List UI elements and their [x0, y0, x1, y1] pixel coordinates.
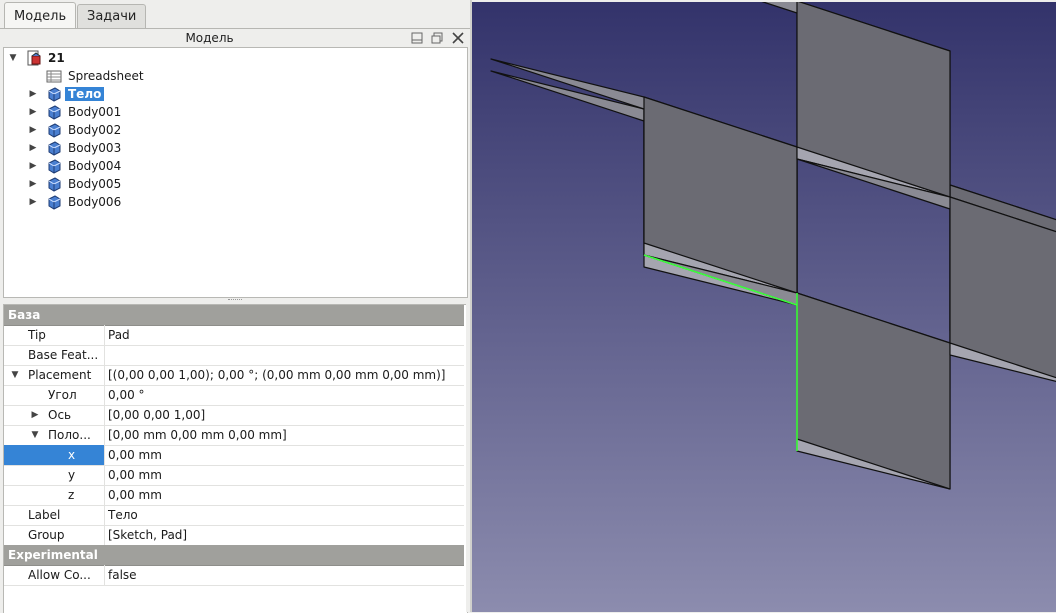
- 3d-view[interactable]: [472, 2, 1056, 612]
- property-row[interactable]: Ось ▶ [0,00 0,00 1,00]: [4, 405, 464, 426]
- tree-item[interactable]: ▶ Body001: [4, 103, 467, 121]
- tree-item[interactable]: ▶ Body003: [4, 139, 467, 157]
- property-name: y: [4, 465, 105, 485]
- tree-item[interactable]: ▶ Body004: [4, 157, 467, 175]
- property-row[interactable]: Угол 0,00 °: [4, 385, 464, 406]
- property-row[interactable]: Placement ▼ [(0,00 0,00 1,00); 0,00 °; (0,…: [4, 365, 464, 386]
- property-value[interactable]: 0,00 mm: [108, 465, 162, 485]
- expand-right-icon[interactable]: ▶: [30, 410, 40, 420]
- tree-item-label: Body006: [68, 195, 122, 209]
- property-name: Поло...: [4, 425, 105, 445]
- expand-right-icon[interactable]: ▶: [28, 178, 38, 190]
- tab-tasks[interactable]: Задачи: [77, 4, 147, 29]
- expand-right-icon[interactable]: ▶: [28, 196, 38, 208]
- tree-item[interactable]: ▶ Body002: [4, 121, 467, 139]
- property-editor[interactable]: База Tip Pad Base Feat... Placement ▼ [(0,00 0…: [3, 304, 468, 613]
- spreadsheet-icon: [46, 68, 62, 84]
- property-name: Tip: [4, 325, 105, 345]
- property-name: z: [4, 485, 105, 505]
- body-icon: [46, 140, 62, 156]
- tree-item-label: Body004: [68, 159, 122, 173]
- property-value[interactable]: [0,00 0,00 1,00]: [108, 405, 205, 425]
- expand-down-icon[interactable]: ▼: [8, 52, 18, 64]
- tree-panel-header: Модель: [2, 29, 468, 47]
- property-row[interactable]: Label Тело: [4, 505, 464, 526]
- property-group-label: База: [8, 308, 41, 322]
- panel-splitter[interactable]: [0, 297, 470, 303]
- property-name: Угол: [4, 385, 105, 405]
- property-value[interactable]: [0,00 mm 0,00 mm 0,00 mm]: [108, 425, 287, 445]
- property-row[interactable]: Allow Co... false: [4, 565, 464, 586]
- float-icon[interactable]: [430, 31, 444, 45]
- property-group-label: Experimental: [8, 548, 98, 562]
- property-value[interactable]: false: [108, 565, 137, 585]
- body-icon: [46, 122, 62, 138]
- tab-bar: Модель Задачи: [0, 0, 470, 29]
- tree-item[interactable]: ▶ Тело: [4, 85, 467, 103]
- tree-item-label: Body001: [68, 105, 122, 119]
- property-value[interactable]: 0,00 °: [108, 385, 145, 405]
- close-icon[interactable]: [451, 31, 465, 45]
- property-value[interactable]: [Sketch, Pad]: [108, 525, 187, 545]
- property-row[interactable]: Group [Sketch, Pad]: [4, 525, 464, 546]
- property-name: Label: [4, 505, 105, 525]
- tree-item-label: Body003: [68, 141, 122, 155]
- tree-item-label: Spreadsheet: [68, 69, 144, 83]
- tree-item[interactable]: ▼ 21: [4, 49, 467, 67]
- property-name: Base Feat...: [4, 345, 105, 365]
- document-icon: [26, 50, 42, 66]
- property-row[interactable]: Tip Pad: [4, 325, 464, 346]
- 3d-scene[interactable]: [472, 2, 1056, 612]
- property-value[interactable]: Pad: [108, 325, 130, 345]
- property-value[interactable]: Тело: [108, 505, 138, 525]
- tree-item-label: Body002: [68, 123, 122, 137]
- tree-panel-title: Модель: [185, 31, 234, 45]
- tree-item[interactable]: ▶ Body005: [4, 175, 467, 193]
- expand-right-icon[interactable]: ▶: [28, 142, 38, 154]
- expand-right-icon[interactable]: ▶: [28, 106, 38, 118]
- minimize-icon[interactable]: [410, 31, 424, 45]
- property-name: x: [4, 445, 105, 465]
- expand-right-icon[interactable]: ▶: [28, 160, 38, 172]
- property-value[interactable]: [(0,00 0,00 1,00); 0,00 °; (0,00 mm 0,00…: [108, 365, 446, 385]
- expand-right-icon[interactable]: ▶: [28, 88, 38, 100]
- tab-model[interactable]: Модель: [4, 2, 77, 29]
- body-icon: [46, 86, 62, 102]
- property-value[interactable]: 0,00 mm: [108, 445, 162, 465]
- expand-down-icon[interactable]: ▼: [30, 430, 40, 440]
- property-value[interactable]: 0,00 mm: [108, 485, 162, 505]
- body-icon: [46, 158, 62, 174]
- property-group[interactable]: Experimental: [4, 545, 464, 566]
- body-icon: [46, 194, 62, 210]
- expand-down-icon[interactable]: ▼: [10, 370, 20, 380]
- tree-item[interactable]: ▶ Body006: [4, 193, 467, 211]
- body-icon: [46, 176, 62, 192]
- expand-right-icon[interactable]: ▶: [28, 124, 38, 136]
- property-name: Ось: [4, 405, 105, 425]
- property-row[interactable]: y 0,00 mm: [4, 465, 464, 486]
- property-name: Allow Co...: [4, 565, 105, 585]
- property-row[interactable]: Base Feat...: [4, 345, 464, 366]
- tree-item[interactable]: Spreadsheet: [4, 67, 467, 85]
- body-icon: [46, 104, 62, 120]
- model-tree[interactable]: ▼ 21 Spreadsheet ▶ Тело ▶ Body001 ▶ Body002 ▶ Body…: [3, 47, 468, 298]
- tree-item-label: Тело: [65, 87, 105, 101]
- left-panel: Модель Задачи Модель ▼ 21 Spreadsheet ▶ Тело…: [0, 0, 470, 613]
- property-row[interactable]: Поло... ▼ [0,00 mm 0,00 mm 0,00 mm]: [4, 425, 464, 446]
- tree-item-label: 21: [48, 51, 65, 65]
- property-group[interactable]: База: [4, 305, 464, 326]
- property-name: Group: [4, 525, 105, 545]
- property-row[interactable]: x 0,00 mm: [4, 445, 464, 466]
- property-row[interactable]: z 0,00 mm: [4, 485, 464, 506]
- tree-item-label: Body005: [68, 177, 122, 191]
